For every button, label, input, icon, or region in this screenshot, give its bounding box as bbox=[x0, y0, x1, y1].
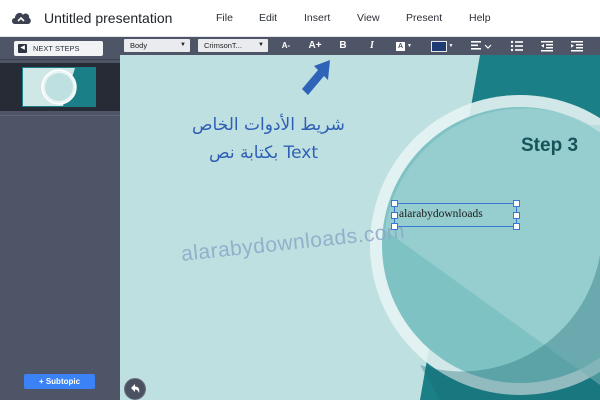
chevron-down-icon: ▼ bbox=[448, 43, 454, 49]
decrease-font-button[interactable]: A- bbox=[277, 39, 295, 53]
cloud-logo-icon[interactable] bbox=[10, 9, 32, 27]
top-bar: Untitled presentation File Edit Insert V… bbox=[0, 0, 600, 37]
format-toolbar: Body ▼ CrimsonT... ▼ A- A+ B I A ▼ ▼ bbox=[120, 37, 600, 55]
bold-button[interactable]: B bbox=[335, 39, 351, 53]
chevron-down-icon: ▼ bbox=[180, 42, 186, 48]
undo-button[interactable] bbox=[124, 378, 146, 400]
italic-button[interactable]: I bbox=[364, 39, 380, 53]
chevron-down-icon: ▼ bbox=[258, 42, 264, 48]
annotation-line-2: بكتابة نص Text bbox=[209, 143, 319, 163]
indent-increase-icon[interactable] bbox=[570, 40, 584, 52]
selected-text-box[interactable]: alarabydownloads bbox=[391, 200, 520, 230]
resize-handle[interactable] bbox=[391, 212, 398, 219]
text-color-button[interactable]: A ▼ bbox=[392, 39, 416, 53]
text-box-content[interactable]: alarabydownloads bbox=[399, 208, 483, 220]
style-select[interactable]: Body ▼ bbox=[124, 39, 190, 52]
resize-handle[interactable] bbox=[513, 223, 520, 230]
indent-decrease-icon[interactable] bbox=[540, 40, 554, 52]
slide-thumbnail[interactable] bbox=[22, 67, 96, 107]
bullet-list-icon[interactable] bbox=[510, 40, 524, 52]
annotation-arrow-icon bbox=[302, 60, 330, 95]
font-select[interactable]: CrimsonT... ▼ bbox=[198, 39, 268, 52]
style-select-value: Body bbox=[130, 41, 148, 50]
next-steps-label: NEXT STEPS bbox=[33, 44, 80, 53]
resize-handle[interactable] bbox=[513, 212, 520, 219]
menu-edit[interactable]: Edit bbox=[259, 12, 277, 24]
resize-handle[interactable] bbox=[513, 200, 520, 207]
add-subtopic-button[interactable]: + Subtopic bbox=[24, 374, 95, 389]
slide-canvas[interactable]: شريط الأدوات الخاص بكتابة نص Text alarab… bbox=[120, 55, 600, 400]
annotation-line-1: شريط الأدوات الخاص bbox=[192, 115, 345, 135]
left-panel: ◀ NEXT STEPS + Subtopic bbox=[0, 37, 120, 400]
increase-font-button[interactable]: A+ bbox=[305, 39, 325, 53]
slide-thumbnail-row[interactable] bbox=[0, 63, 120, 111]
step-title[interactable]: Step 3 bbox=[521, 135, 578, 157]
chevron-down-icon: ▼ bbox=[407, 43, 412, 49]
menu-view[interactable]: View bbox=[357, 12, 380, 24]
menu-present[interactable]: Present bbox=[406, 12, 442, 24]
font-select-value: CrimsonT... bbox=[204, 41, 242, 50]
divider bbox=[0, 59, 120, 60]
fill-color-swatch bbox=[430, 40, 447, 52]
divider bbox=[0, 115, 120, 116]
arrow-left-icon: ◀ bbox=[18, 44, 27, 53]
undo-icon bbox=[131, 384, 140, 393]
menu-insert[interactable]: Insert bbox=[304, 12, 330, 24]
menu-help[interactable]: Help bbox=[469, 12, 491, 24]
menu-file[interactable]: File bbox=[216, 12, 233, 24]
next-steps-button[interactable]: ◀ NEXT STEPS bbox=[14, 41, 103, 56]
text-color-label: A bbox=[395, 41, 406, 51]
fill-color-button[interactable]: ▼ bbox=[428, 39, 456, 53]
resize-handle[interactable] bbox=[391, 223, 398, 230]
resize-handle[interactable] bbox=[391, 200, 398, 207]
document-title[interactable]: Untitled presentation bbox=[44, 10, 172, 26]
align-left-icon[interactable] bbox=[470, 40, 492, 52]
